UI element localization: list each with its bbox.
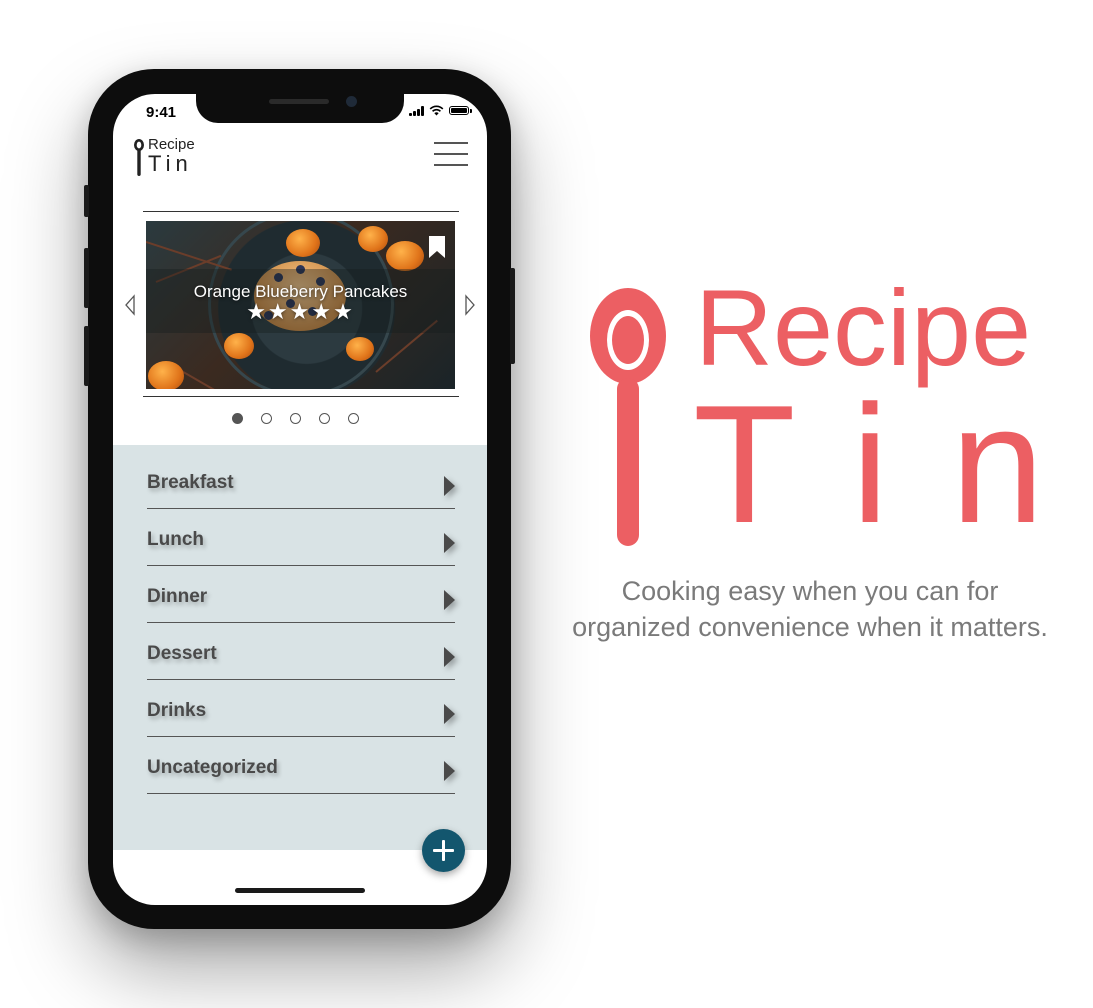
category-item-dessert[interactable]: Dessert: [147, 616, 455, 680]
status-time: 9:41: [146, 104, 177, 121]
pagination-dot-2[interactable]: [261, 413, 272, 424]
category-label: Lunch: [147, 529, 204, 550]
carousel-bottom-rule: [143, 396, 459, 397]
brand-logo: Recipe Tin: [585, 274, 1045, 555]
status-icons: [409, 105, 472, 116]
hamburger-icon[interactable]: [434, 140, 468, 168]
category-item-dinner[interactable]: Dinner: [147, 559, 455, 623]
category-label: Dessert: [147, 643, 217, 664]
wifi-icon: [429, 105, 444, 116]
home-indicator[interactable]: [235, 888, 365, 893]
pagination-dot-5[interactable]: [348, 413, 359, 424]
category-label: Uncategorized: [147, 757, 278, 778]
spoon-icon: [590, 288, 666, 546]
carousel-top-rule: [143, 211, 459, 212]
category-item-lunch[interactable]: Lunch: [147, 502, 455, 566]
category-item-uncategorized[interactable]: Uncategorized: [147, 730, 455, 794]
add-recipe-button[interactable]: [422, 829, 465, 872]
volume-up-button: [84, 248, 89, 308]
pagination-dot-3[interactable]: [290, 413, 301, 424]
mute-switch: [84, 185, 89, 217]
logo-word-tin: Tin: [148, 151, 193, 176]
chevron-right-icon: [444, 533, 455, 553]
power-button: [510, 268, 515, 364]
phone-screen: 9:41 Recipe Tin Orange Blueberry Pancake…: [113, 94, 487, 905]
chevron-right-icon: [444, 647, 455, 667]
chevron-left-icon[interactable]: [123, 294, 137, 316]
tagline: Cooking easy when you can for organized …: [572, 576, 1048, 642]
divider: [147, 793, 455, 794]
category-label: Drinks: [147, 700, 207, 721]
chevron-right-icon: [444, 590, 455, 610]
speaker-grille: [269, 99, 329, 104]
bookmark-icon[interactable]: [429, 236, 445, 258]
spoon-icon: [134, 139, 144, 176]
front-camera: [346, 96, 357, 107]
category-label: Breakfast: [147, 472, 234, 493]
chevron-right-icon[interactable]: [463, 294, 477, 316]
chevron-right-icon: [444, 476, 455, 496]
recipe-title[interactable]: Orange Blueberry Pancakes: [146, 282, 455, 302]
category-item-breakfast[interactable]: Breakfast: [147, 445, 455, 509]
signal-icon: [409, 105, 424, 116]
battery-icon: [449, 106, 472, 115]
brand-word-tin: Tin: [693, 370, 1093, 558]
chevron-right-icon: [444, 761, 455, 781]
notch: [196, 94, 404, 123]
category-item-drinks[interactable]: Drinks: [147, 673, 455, 737]
rating-stars: ★★★★★: [246, 300, 355, 325]
carousel-pagination: [232, 413, 359, 424]
brand-word-recipe: Recipe: [695, 267, 1032, 388]
pagination-dot-4[interactable]: [319, 413, 330, 424]
category-label: Dinner: [147, 586, 208, 607]
app-logo: Recipe Tin: [133, 136, 203, 176]
chevron-right-icon: [444, 704, 455, 724]
pagination-dot-1[interactable]: [232, 413, 243, 424]
category-panel: Breakfast Lunch Dinner Dessert Drinks Un…: [113, 445, 487, 850]
volume-down-button: [84, 326, 89, 386]
